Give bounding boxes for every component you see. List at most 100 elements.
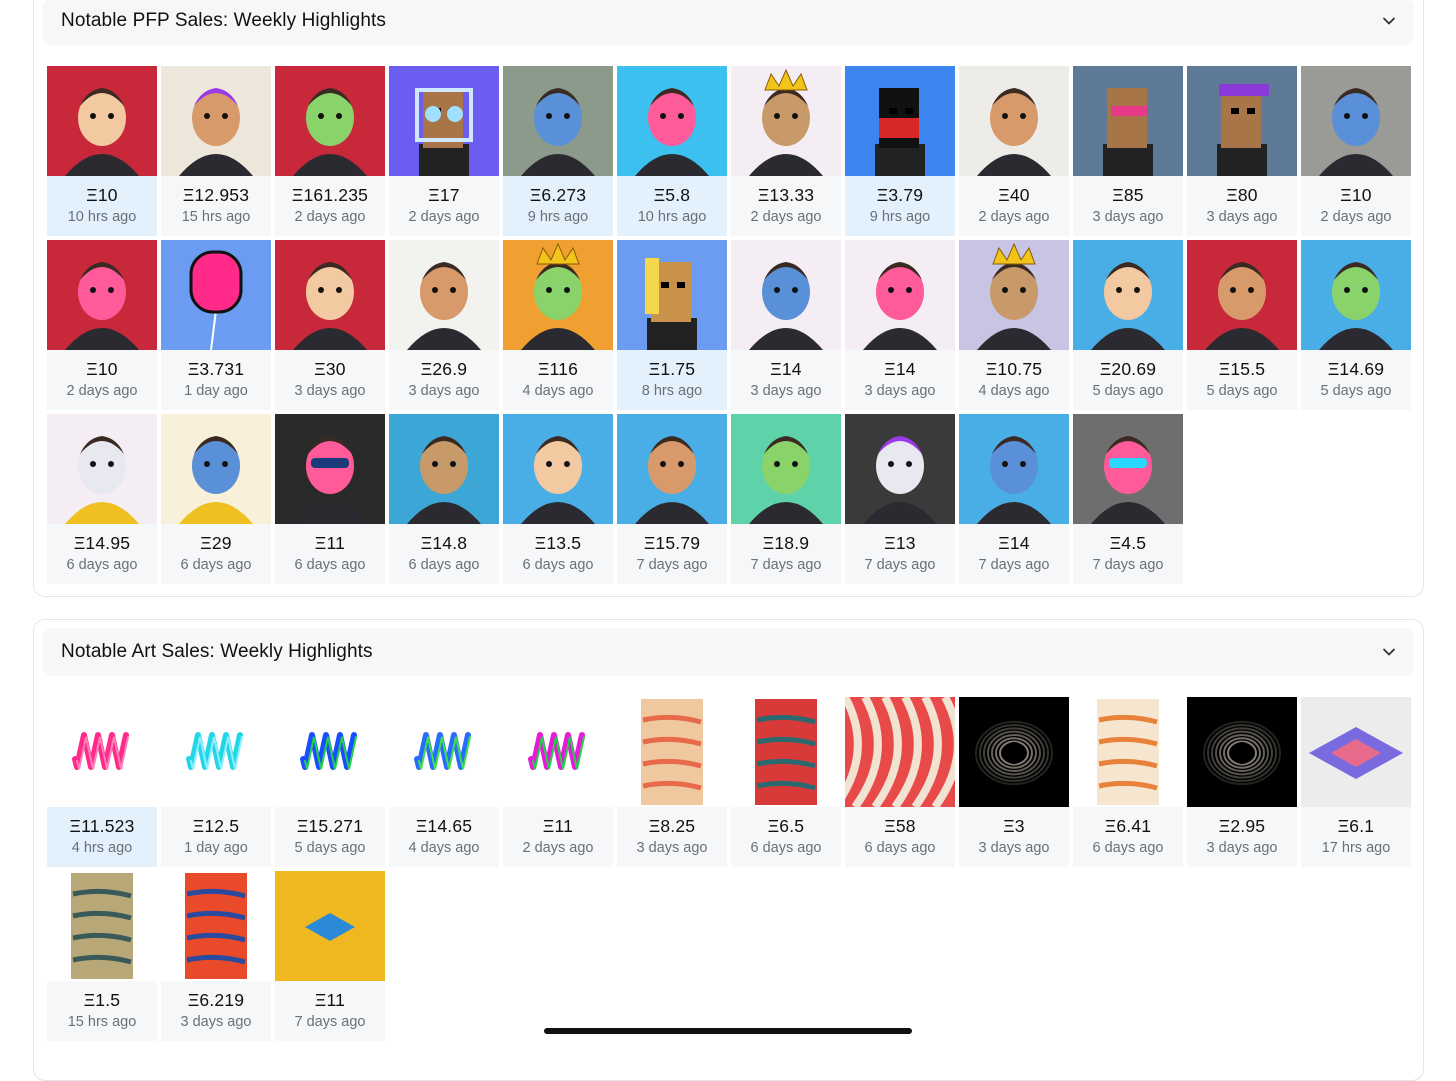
art-sale-card[interactable]: Ξ6.41 6 days ago <box>1073 697 1183 867</box>
art-thumbnail <box>47 871 157 981</box>
art-sale-price: Ξ11 <box>542 816 574 836</box>
art-sale-card[interactable]: Ξ11 2 days ago <box>503 697 613 867</box>
pfp-thumbnail <box>1301 240 1411 350</box>
pfp-section-title: Notable PFP Sales: Weekly Highlights <box>61 10 386 31</box>
art-sale-card[interactable]: Ξ12.5 1 day ago <box>161 697 271 867</box>
art-sale-card[interactable]: Ξ6.1 17 hrs ago <box>1301 697 1411 867</box>
pfp-sale-price: Ξ30 <box>314 359 346 379</box>
home-indicator <box>544 1028 912 1034</box>
pfp-sale-time: 6 days ago <box>522 557 594 573</box>
pfp-sale-price: Ξ80 <box>1226 185 1258 205</box>
pfp-sale-card[interactable]: Ξ10 2 days ago <box>47 240 157 410</box>
art-sale-price: Ξ14.65 <box>415 816 473 836</box>
pfp-sale-card[interactable]: Ξ13.33 2 days ago <box>731 66 841 236</box>
art-sale-time: 2 days ago <box>522 840 594 856</box>
pfp-sale-time: 2 days ago <box>750 209 822 225</box>
pfp-sale-price: Ξ161.235 <box>291 185 369 205</box>
pfp-sale-card[interactable]: Ξ12.953 15 hrs ago <box>161 66 271 236</box>
pfp-sale-card[interactable]: Ξ14 3 days ago <box>845 240 955 410</box>
pfp-thumbnail <box>845 414 955 524</box>
pfp-sale-card[interactable]: Ξ1.75 8 hrs ago <box>617 240 727 410</box>
pfp-thumbnail <box>1187 240 1297 350</box>
pfp-section-header[interactable]: Notable PFP Sales: Weekly Highlights <box>43 0 1414 45</box>
pfp-sale-card[interactable]: Ξ14 7 days ago <box>959 414 1069 584</box>
art-sale-card[interactable]: Ξ6.219 3 days ago <box>161 871 271 1041</box>
pfp-sale-card[interactable]: Ξ6.273 9 hrs ago <box>503 66 613 236</box>
pfp-sale-card[interactable]: Ξ40 2 days ago <box>959 66 1069 236</box>
pfp-sale-card[interactable]: Ξ30 3 days ago <box>275 240 385 410</box>
pfp-sale-time: 6 days ago <box>294 557 366 573</box>
pfp-thumbnail <box>47 66 157 176</box>
pfp-thumbnail <box>161 414 271 524</box>
pfp-sale-card[interactable]: Ξ13.5 6 days ago <box>503 414 613 584</box>
pfp-sale-card[interactable]: Ξ15.5 5 days ago <box>1187 240 1297 410</box>
pfp-sale-card[interactable]: Ξ10 10 hrs ago <box>47 66 157 236</box>
pfp-sale-card[interactable]: Ξ14 3 days ago <box>731 240 841 410</box>
pfp-sale-time: 4 days ago <box>978 383 1050 399</box>
chevron-down-icon[interactable] <box>1382 645 1396 659</box>
pfp-sale-time: 1 day ago <box>184 383 248 399</box>
pfp-sale-card[interactable]: Ξ13 7 days ago <box>845 414 955 584</box>
pfp-sale-card[interactable]: Ξ14.95 6 days ago <box>47 414 157 584</box>
art-sale-time: 1 day ago <box>184 840 248 856</box>
pfp-sale-card[interactable]: Ξ116 4 days ago <box>503 240 613 410</box>
pfp-sale-card[interactable]: Ξ18.9 7 days ago <box>731 414 841 584</box>
pfp-sale-price: Ξ14.69 <box>1327 359 1385 379</box>
pfp-sale-card[interactable]: Ξ29 6 days ago <box>161 414 271 584</box>
pfp-sale-card[interactable]: Ξ80 3 days ago <box>1187 66 1297 236</box>
art-sale-price: Ξ1.5 <box>83 990 121 1010</box>
pfp-sale-price: Ξ10.75 <box>985 359 1043 379</box>
art-sale-card[interactable]: Ξ6.5 6 days ago <box>731 697 841 867</box>
art-sale-time: 3 days ago <box>1206 840 1278 856</box>
pfp-thumbnail <box>161 240 271 350</box>
pfp-sale-card[interactable]: Ξ26.9 3 days ago <box>389 240 499 410</box>
art-sale-card[interactable]: Ξ11.523 4 hrs ago <box>47 697 157 867</box>
art-thumbnail <box>47 697 157 807</box>
pfp-sale-card[interactable]: Ξ10.75 4 days ago <box>959 240 1069 410</box>
art-sale-card[interactable]: Ξ8.25 3 days ago <box>617 697 727 867</box>
pfp-sale-card[interactable]: Ξ3.731 1 day ago <box>161 240 271 410</box>
pfp-sale-card[interactable]: Ξ3.79 9 hrs ago <box>845 66 955 236</box>
pfp-sale-card[interactable]: Ξ14.69 5 days ago <box>1301 240 1411 410</box>
pfp-sale-time: 4 days ago <box>522 383 594 399</box>
art-sale-card[interactable]: Ξ11 7 days ago <box>275 871 385 1041</box>
pfp-sale-card[interactable]: Ξ4.5 7 days ago <box>1073 414 1183 584</box>
pfp-sale-card[interactable]: Ξ15.79 7 days ago <box>617 414 727 584</box>
pfp-sale-card[interactable]: Ξ5.8 10 hrs ago <box>617 66 727 236</box>
art-section-header[interactable]: Notable Art Sales: Weekly Highlights <box>43 628 1414 676</box>
pfp-thumbnail <box>959 414 1069 524</box>
pfp-sale-time: 6 days ago <box>408 557 480 573</box>
art-sale-time: 4 days ago <box>408 840 480 856</box>
pfp-sale-price: Ξ12.953 <box>182 185 250 205</box>
pfp-sale-card[interactable]: Ξ161.235 2 days ago <box>275 66 385 236</box>
pfp-thumbnail <box>959 240 1069 350</box>
pfp-sale-card[interactable]: Ξ11 6 days ago <box>275 414 385 584</box>
pfp-sale-price: Ξ14 <box>998 533 1030 553</box>
art-sale-card[interactable]: Ξ58 6 days ago <box>845 697 955 867</box>
pfp-sale-card[interactable]: Ξ17 2 days ago <box>389 66 499 236</box>
pfp-thumbnail <box>275 240 385 350</box>
pfp-sale-price: Ξ1.75 <box>648 359 696 379</box>
pfp-sale-price: Ξ17 <box>428 185 460 205</box>
pfp-sale-card[interactable]: Ξ85 3 days ago <box>1073 66 1183 236</box>
pfp-sale-card[interactable]: Ξ14.8 6 days ago <box>389 414 499 584</box>
art-thumbnail <box>731 697 841 807</box>
art-sale-card[interactable]: Ξ3 3 days ago <box>959 697 1069 867</box>
pfp-sale-time: 3 days ago <box>1092 209 1164 225</box>
pfp-sale-price: Ξ116 <box>537 359 579 379</box>
pfp-sale-card[interactable]: Ξ10 2 days ago <box>1301 66 1411 236</box>
pfp-sale-card[interactable]: Ξ20.69 5 days ago <box>1073 240 1183 410</box>
pfp-sale-time: 9 hrs ago <box>869 209 931 225</box>
pfp-sale-price: Ξ5.8 <box>653 185 691 205</box>
pfp-thumbnail <box>845 66 955 176</box>
pfp-thumbnail <box>1073 414 1183 524</box>
pfp-sale-price: Ξ13.33 <box>757 185 815 205</box>
art-sale-card[interactable]: Ξ15.271 5 days ago <box>275 697 385 867</box>
pfp-sale-price: Ξ18.9 <box>762 533 810 553</box>
art-sale-card[interactable]: Ξ1.5 15 hrs ago <box>47 871 157 1041</box>
art-sale-card[interactable]: Ξ14.65 4 days ago <box>389 697 499 867</box>
pfp-thumbnail <box>1301 66 1411 176</box>
chevron-down-icon[interactable] <box>1382 14 1396 28</box>
art-sale-card[interactable]: Ξ2.95 3 days ago <box>1187 697 1297 867</box>
art-thumbnail <box>275 871 385 981</box>
